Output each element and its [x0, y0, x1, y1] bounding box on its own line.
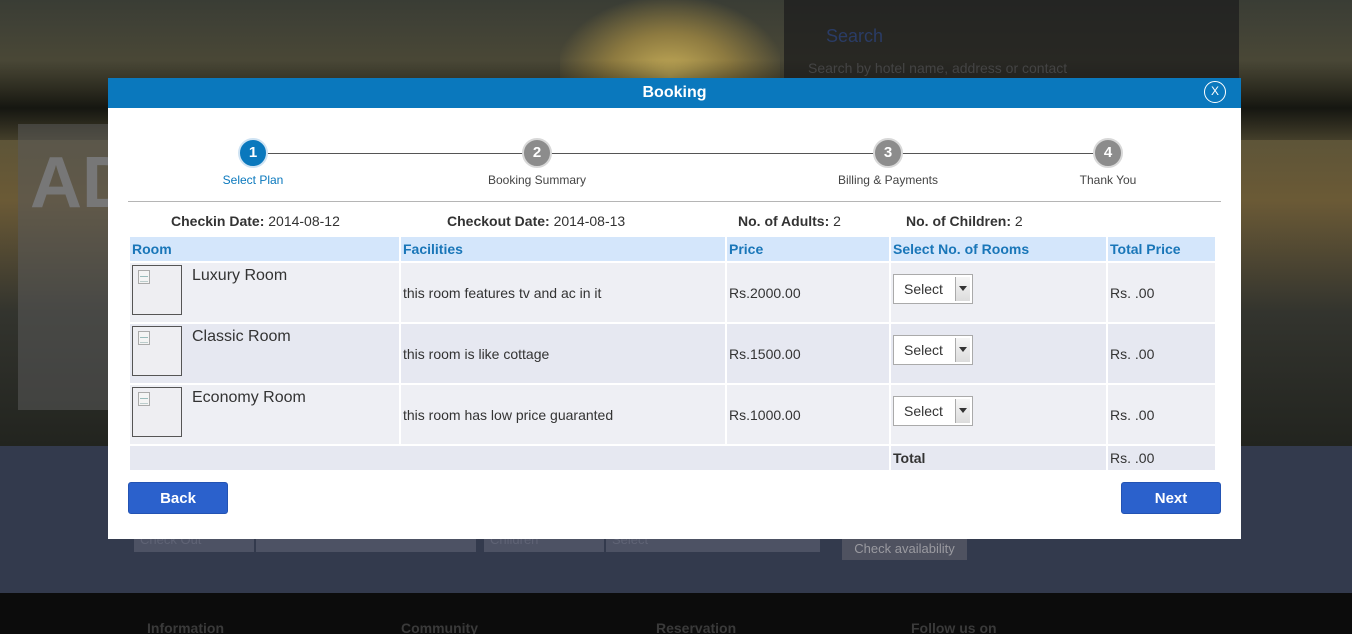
room-cell: Classic Room	[130, 324, 399, 383]
table-header-row: Room Facilities Price Select No. of Room…	[130, 237, 1215, 261]
children-value: 2	[1014, 213, 1023, 229]
footer-follow-us[interactable]: Follow us on	[911, 620, 997, 634]
header-facilities: Facilities	[401, 237, 725, 261]
step-billing-payments[interactable]: 3 Billing & Payments	[808, 138, 968, 187]
modal-header: Booking X	[108, 78, 1241, 108]
footer-information[interactable]: Information	[147, 620, 224, 634]
step-number: 1	[238, 138, 268, 168]
total-label: Total	[891, 446, 1106, 470]
step-label: Select Plan	[222, 173, 284, 187]
chevron-down-icon	[955, 399, 970, 423]
search-panel-title: Search	[826, 26, 884, 46]
step-label: Booking Summary	[487, 173, 587, 187]
step-label: Billing & Payments	[837, 173, 939, 187]
header-room: Room	[130, 237, 399, 261]
broken-image-icon	[138, 270, 150, 284]
step-booking-summary[interactable]: 2 Booking Summary	[457, 138, 617, 187]
search-panel-hint: Search by hotel name, address or contact	[808, 60, 1068, 76]
room-image	[132, 265, 182, 315]
footer-reservation[interactable]: Reservation	[656, 620, 736, 634]
facilities-cell: this room is like cottage	[401, 324, 725, 383]
close-icon[interactable]: X	[1204, 81, 1226, 103]
room-cell: Luxury Room	[130, 263, 399, 322]
checkin-value: 2014-08-12	[268, 213, 340, 229]
room-name: Luxury Room	[192, 267, 288, 284]
adults-value: 2	[833, 213, 841, 229]
step-thank-you[interactable]: 4 Thank You	[1028, 138, 1188, 187]
back-button[interactable]: Back	[128, 482, 228, 514]
header-price: Price	[727, 237, 889, 261]
room-cell: Economy Room	[130, 385, 399, 444]
select-cell: Select	[891, 385, 1106, 444]
select-value: Select	[904, 342, 943, 358]
room-image	[132, 326, 182, 376]
room-count-select[interactable]: Select	[893, 396, 973, 426]
total-price-cell: Rs. .00	[1108, 385, 1215, 444]
children-label: No. of Children:	[906, 213, 1011, 229]
modal-title: Booking	[642, 84, 707, 101]
checkin-label: Checkin Date:	[171, 213, 265, 229]
divider	[128, 201, 1221, 202]
checkin-date: Checkin Date: 2014-08-12	[171, 213, 340, 229]
header-select-rooms: Select No. of Rooms	[891, 237, 1106, 261]
step-number: 2	[522, 138, 552, 168]
rooms-table: Room Facilities Price Select No. of Room…	[128, 235, 1217, 472]
select-cell: Select	[891, 324, 1106, 383]
facilities-cell: this room features tv and ac in it	[401, 263, 725, 322]
select-value: Select	[904, 403, 943, 419]
table-row: Classic Room this room is like cottage R…	[130, 324, 1215, 383]
total-price-cell: Rs. .00	[1108, 263, 1215, 322]
room-count-select[interactable]: Select	[893, 335, 973, 365]
adults-count: No. of Adults: 2	[738, 213, 841, 229]
facilities-cell: this room has low price guaranted	[401, 385, 725, 444]
price-cell: Rs.2000.00	[727, 263, 889, 322]
table-row: Economy Room this room has low price gua…	[130, 385, 1215, 444]
select-value: Select	[904, 281, 943, 297]
checkout-date: Checkout Date: 2014-08-13	[447, 213, 625, 229]
chevron-down-icon	[955, 338, 970, 362]
children-count: No. of Children: 2	[906, 213, 1023, 229]
step-number: 4	[1093, 138, 1123, 168]
price-cell: Rs.1000.00	[727, 385, 889, 444]
footer-community[interactable]: Community	[401, 620, 478, 634]
adults-label: No. of Adults:	[738, 213, 830, 229]
booking-modal: Booking X 1 Select Plan 2 Booking Summar…	[108, 78, 1241, 539]
table-row: Luxury Room this room features tv and ac…	[130, 263, 1215, 322]
total-value: Rs. .00	[1108, 446, 1215, 470]
broken-image-icon	[138, 392, 150, 406]
total-price-cell: Rs. .00	[1108, 324, 1215, 383]
room-name: Classic Room	[192, 328, 291, 345]
checkout-value: 2014-08-13	[553, 213, 626, 229]
check-availability-button[interactable]: Check availability	[842, 538, 967, 560]
select-cell: Select	[891, 263, 1106, 322]
step-number: 3	[873, 138, 903, 168]
chevron-down-icon	[955, 277, 970, 301]
price-cell: Rs.1500.00	[727, 324, 889, 383]
step-select-plan[interactable]: 1 Select Plan	[173, 138, 333, 187]
stepper-line	[251, 153, 1111, 154]
header-total-price: Total Price	[1108, 237, 1215, 261]
room-count-select[interactable]: Select	[893, 274, 973, 304]
total-spacer	[130, 446, 889, 470]
next-button[interactable]: Next	[1121, 482, 1221, 514]
room-image	[132, 387, 182, 437]
hero-title: AD JU	[30, 143, 110, 223]
room-name: Economy Room	[192, 389, 306, 406]
table-total-row: Total Rs. .00	[130, 446, 1215, 470]
checkout-label: Checkout Date:	[447, 213, 550, 229]
broken-image-icon	[138, 331, 150, 345]
step-label: Thank You	[1079, 173, 1137, 187]
